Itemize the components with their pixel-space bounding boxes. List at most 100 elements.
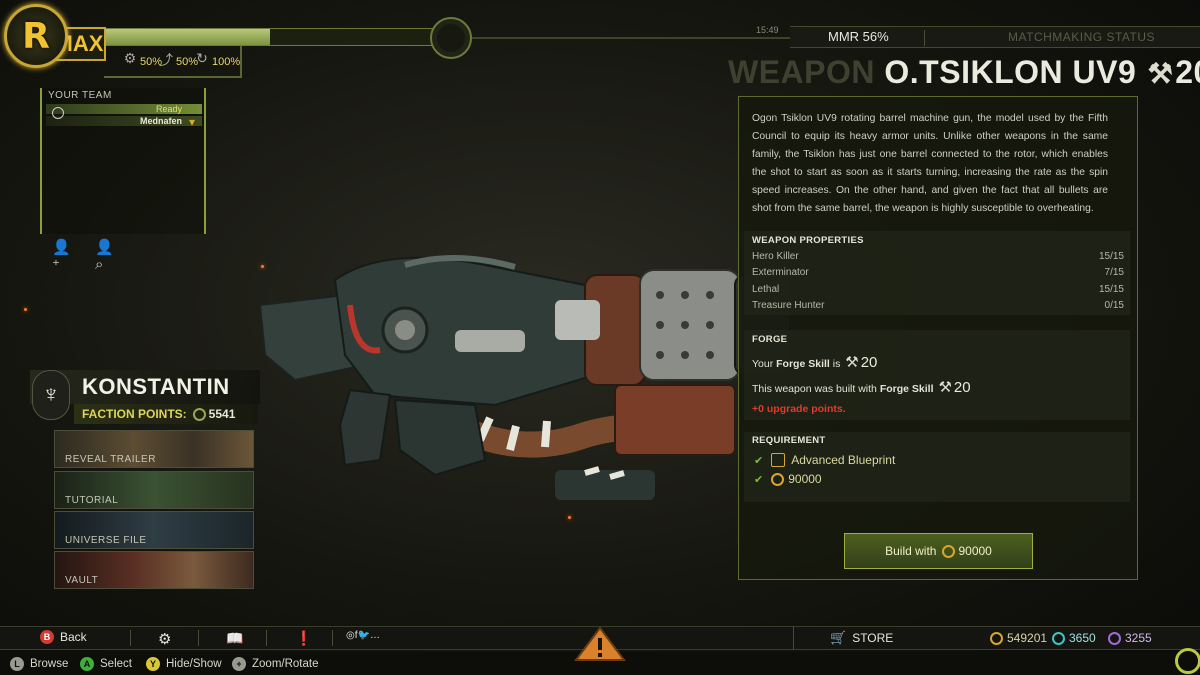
requirement-blueprint: ✔ Advanced Blueprint — [754, 453, 895, 467]
build-button-label: Build with — [885, 544, 937, 558]
separator — [198, 630, 199, 646]
reward-boost-icon: ⤴ — [159, 52, 173, 68]
is-word: is — [832, 358, 841, 370]
team-member-row[interactable]: Ready Mednafen — [46, 104, 202, 134]
store-button[interactable]: 🛒 STORE — [830, 630, 893, 646]
special-icon — [1108, 631, 1121, 645]
separator — [266, 630, 267, 646]
weapon-description: Ogon Tsiklon UV9 rotating barrel machine… — [752, 113, 1108, 214]
check-icon: ✔ — [754, 473, 764, 486]
weapon-title: WEAPON O.TSIKLON UV9 ⚒20 — [728, 54, 1200, 91]
store-label: STORE — [852, 631, 894, 645]
credits-value: 549201 — [1007, 631, 1048, 645]
invite-player-icon[interactable]: 👤⁺ — [52, 238, 76, 274]
property-value: 15/15 — [1098, 251, 1124, 262]
special-balance: 3255 — [1108, 631, 1152, 645]
premium-balance: 3650 — [1052, 631, 1096, 645]
anvil-icon: ⚒ — [1147, 58, 1174, 89]
dpad-icon: + — [232, 657, 246, 671]
property-row: Treasure Hunter 0/15 — [752, 300, 1124, 311]
mmr-status: MMR 56% — [828, 29, 889, 44]
profile-emblem[interactable]: R — [4, 4, 68, 68]
your-prefix: Your — [752, 358, 774, 370]
back-button[interactable]: B Back — [40, 630, 87, 644]
weapon-forge-skill: This weapon was built with Forge Skill ⚒… — [752, 378, 971, 396]
notifications-icon[interactable]: ❗ — [295, 630, 312, 647]
back-label: Back — [60, 630, 87, 644]
team-title: YOUR TEAM — [48, 90, 112, 101]
tile-label: UNIVERSE FILE — [65, 535, 147, 546]
separator — [130, 630, 131, 646]
help-label: Zoom/Rotate — [252, 658, 319, 670]
spark — [24, 308, 27, 311]
l-stick-icon: L — [10, 657, 24, 671]
check-icon: ✔ — [754, 454, 764, 467]
faction-emblem-icon: ♆ — [32, 370, 70, 420]
credits-balance: 549201 — [990, 631, 1047, 645]
anvil-icon: ⚒ — [845, 354, 859, 371]
emblem-letter: R — [22, 15, 50, 57]
spark — [261, 265, 264, 268]
your-forge-skill: Your Forge Skill is ⚒ 20 — [752, 353, 877, 371]
xp-bar — [104, 28, 436, 46]
clock: 15:49 — [756, 25, 779, 35]
built-prefix: This weapon was built with — [752, 383, 877, 395]
build-button-amount: 90000 — [958, 544, 992, 558]
speed-boost-icon: ↻ — [196, 50, 208, 66]
requirement-credits: ✔ 90000 — [754, 472, 822, 486]
tile-label: REVEAL TRAILER — [65, 454, 156, 465]
codex-icon[interactable]: 📖 — [226, 630, 243, 647]
top-divider — [470, 37, 790, 39]
property-name: Treasure Hunter — [752, 300, 825, 311]
tutorial-tile[interactable]: TUTORIAL — [54, 471, 254, 509]
property-value: 15/15 — [1098, 284, 1124, 295]
help-label: Select — [100, 658, 132, 670]
tile-label: TUTORIAL — [65, 495, 119, 506]
anvil-icon: ⚒ — [938, 379, 952, 396]
weapon-forge-level: 20 — [1175, 54, 1200, 90]
help-zoom-rotate: + Zoom/Rotate — [232, 657, 318, 671]
reveal-trailer-tile[interactable]: REVEAL TRAILER — [54, 430, 254, 468]
faction-name: KONSTANTIN — [82, 374, 230, 399]
profile-ring-icon — [1175, 648, 1200, 674]
help-browse: L Browse — [10, 657, 68, 671]
build-button[interactable]: Build with 90000 — [844, 533, 1033, 569]
settings-icon[interactable]: ⚙ — [158, 630, 171, 648]
help-label: Browse — [30, 658, 69, 670]
forge-skill-label: Forge Skill — [879, 383, 934, 395]
faction-points-icon — [192, 407, 206, 421]
xp-boost-icon: ⚙ — [123, 50, 137, 66]
alert-icon[interactable] — [573, 625, 627, 663]
y-button-icon: Y — [146, 657, 160, 671]
your-forge-skill-value: 20 — [860, 354, 878, 371]
premium-value: 3650 — [1069, 631, 1096, 645]
credits-icon — [990, 631, 1003, 645]
credits-icon — [771, 472, 785, 486]
xp-bar-fill — [105, 29, 270, 45]
property-row: Exterminator 7/15 — [752, 267, 1124, 278]
requirement-label: Advanced Blueprint — [791, 453, 896, 467]
forge-title: FORGE — [752, 334, 788, 345]
search-player-icon[interactable]: 👤⌕ — [95, 238, 119, 273]
universe-file-tile[interactable]: UNIVERSE FILE — [54, 511, 254, 549]
cart-icon: 🛒 — [830, 630, 847, 645]
requirement-title: REQUIREMENT — [752, 435, 826, 446]
property-row: Lethal 15/15 — [752, 284, 1124, 295]
social-icons[interactable]: ◎f🐦… — [346, 630, 380, 641]
property-name: Lethal — [752, 284, 780, 295]
property-row: Hero Killer 15/15 — [752, 251, 1124, 262]
help-hide-show: Y Hide/Show — [146, 657, 222, 671]
member-name: Mednafen — [46, 116, 202, 126]
member-status: Ready — [46, 104, 202, 114]
weapon-model[interactable] — [255, 245, 800, 515]
tile-label: VAULT — [65, 575, 99, 586]
a-button-icon: A — [80, 657, 94, 671]
special-value: 3255 — [1125, 631, 1152, 645]
properties-title: WEAPON PROPERTIES — [752, 235, 864, 246]
vault-tile[interactable]: VAULT — [54, 551, 254, 589]
help-select: A Select — [80, 657, 132, 671]
level-ring — [430, 17, 472, 59]
spark — [568, 516, 571, 519]
faction-points: FACTION POINTS: 5541 — [74, 404, 258, 424]
matchmaking-status[interactable]: MATCHMAKING STATUS — [1008, 30, 1155, 44]
